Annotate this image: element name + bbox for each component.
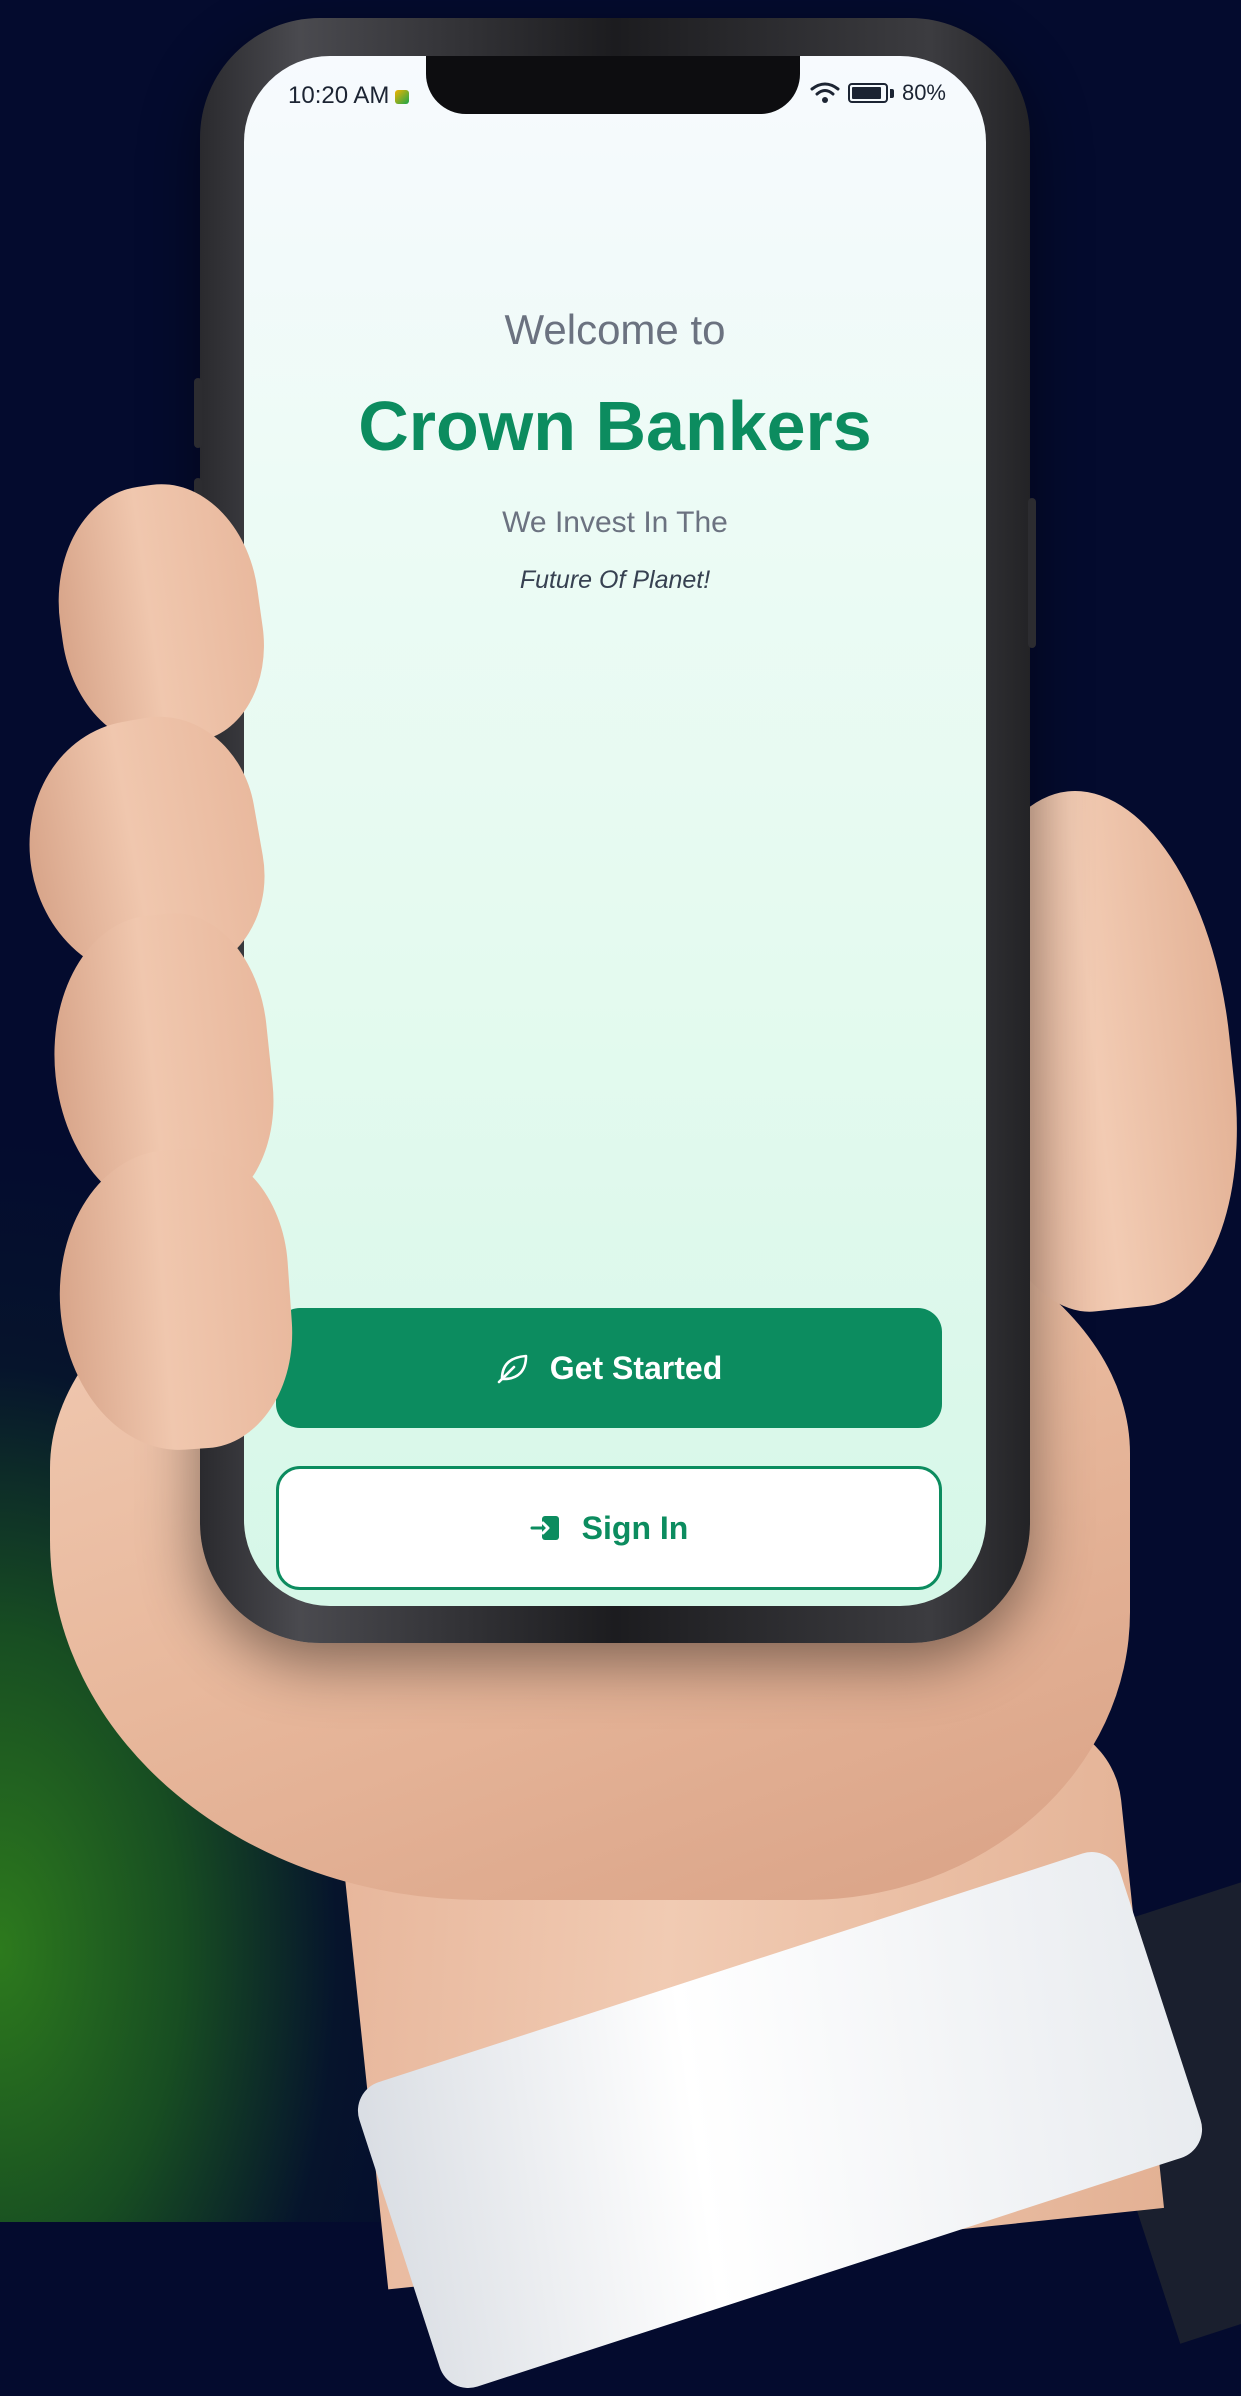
notch (426, 56, 800, 114)
phone-frame: 10:20 AM 80% Welcome to Crown Bankers We… (194, 18, 1036, 1643)
status-bar-time: 10:20 AM (288, 82, 410, 110)
phone-side-button (1028, 498, 1036, 648)
status-bar-right: 80% (810, 80, 946, 106)
welcome-heading: Welcome to (504, 306, 726, 353)
battery-cap (889, 88, 894, 98)
app-notification-icon (395, 89, 410, 104)
get-started-button[interactable]: Get Started (276, 1308, 942, 1428)
wifi-icon (810, 82, 840, 103)
sign-in-label: Sign In (581, 1509, 689, 1546)
sign-in-button[interactable]: Sign In (276, 1466, 942, 1590)
phone-side-button (194, 378, 202, 448)
battery-icon (847, 83, 888, 103)
get-started-label: Get Started (549, 1349, 723, 1386)
brand-title: Crown Bankers (358, 387, 872, 465)
time-text: 10:20 AM (288, 82, 390, 109)
tagline-italic: Future Of Planet! (519, 566, 711, 594)
app-screen: 10:20 AM 80% Welcome to Crown Bankers We… (244, 56, 986, 1606)
battery-level: 80% (901, 80, 946, 105)
leaf-icon (497, 1354, 528, 1384)
tagline: We Invest In The (502, 506, 728, 539)
sign-in-icon (530, 1516, 559, 1540)
